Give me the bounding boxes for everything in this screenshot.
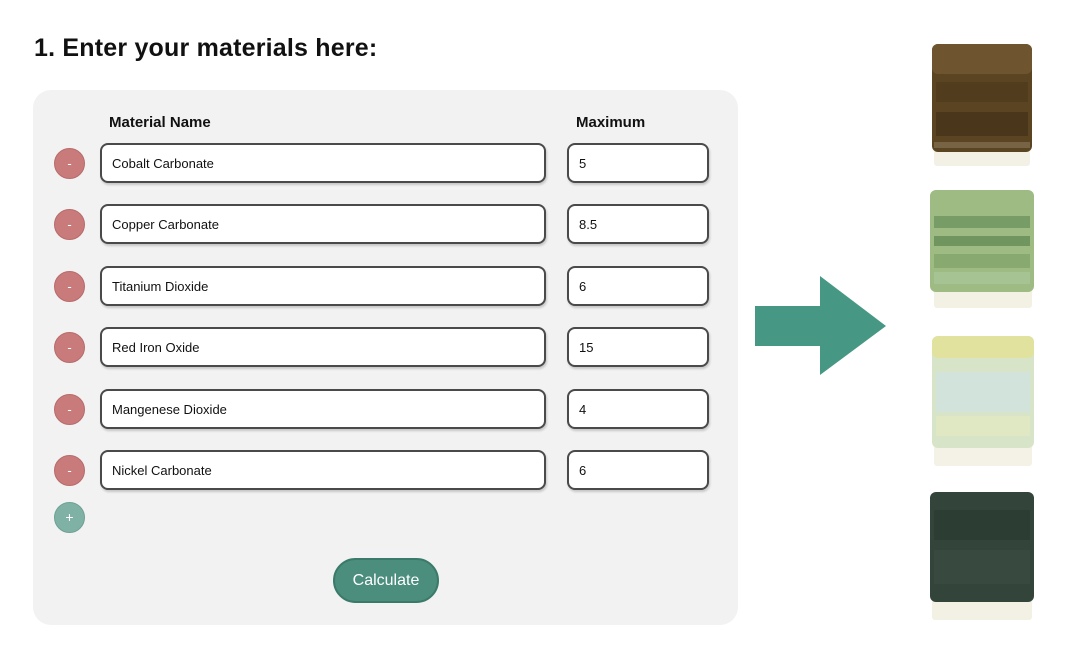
material-row: - [0, 389, 1080, 429]
maximum-input[interactable] [567, 143, 709, 183]
material-name-input[interactable] [100, 204, 546, 244]
maximum-input[interactable] [567, 450, 709, 490]
maximum-input[interactable] [567, 327, 709, 367]
maximum-input[interactable] [567, 389, 709, 429]
dark-green-glaze-tile [922, 490, 1040, 624]
calculate-button[interactable]: Calculate [333, 558, 439, 603]
column-header-maximum: Maximum [576, 114, 646, 131]
material-row: - [0, 204, 1080, 244]
material-name-input[interactable] [100, 266, 546, 306]
maximum-input[interactable] [567, 204, 709, 244]
material-row: - [0, 450, 1080, 490]
remove-row-button[interactable]: - [54, 148, 85, 179]
remove-row-button[interactable]: - [54, 394, 85, 425]
arrow-right-icon [755, 276, 886, 375]
remove-row-button[interactable]: - [54, 455, 85, 486]
material-row: - [0, 143, 1080, 183]
material-name-input[interactable] [100, 143, 546, 183]
remove-row-button[interactable]: - [54, 271, 85, 302]
material-row: - [0, 266, 1080, 306]
material-row: - [0, 327, 1080, 367]
brown-glaze-tile [922, 42, 1040, 170]
green-speckled-glaze-tile [922, 188, 1040, 312]
maximum-input[interactable] [567, 266, 709, 306]
column-header-material-name: Material Name [109, 114, 211, 131]
material-name-input[interactable] [100, 389, 546, 429]
pale-yellow-glaze-tile [922, 332, 1040, 470]
remove-row-button[interactable]: - [54, 209, 85, 240]
material-name-input[interactable] [100, 450, 546, 490]
add-row-button[interactable]: + [54, 502, 85, 533]
page-title: 1. Enter your materials here: [34, 34, 378, 62]
material-name-input[interactable] [100, 327, 546, 367]
remove-row-button[interactable]: - [54, 332, 85, 363]
